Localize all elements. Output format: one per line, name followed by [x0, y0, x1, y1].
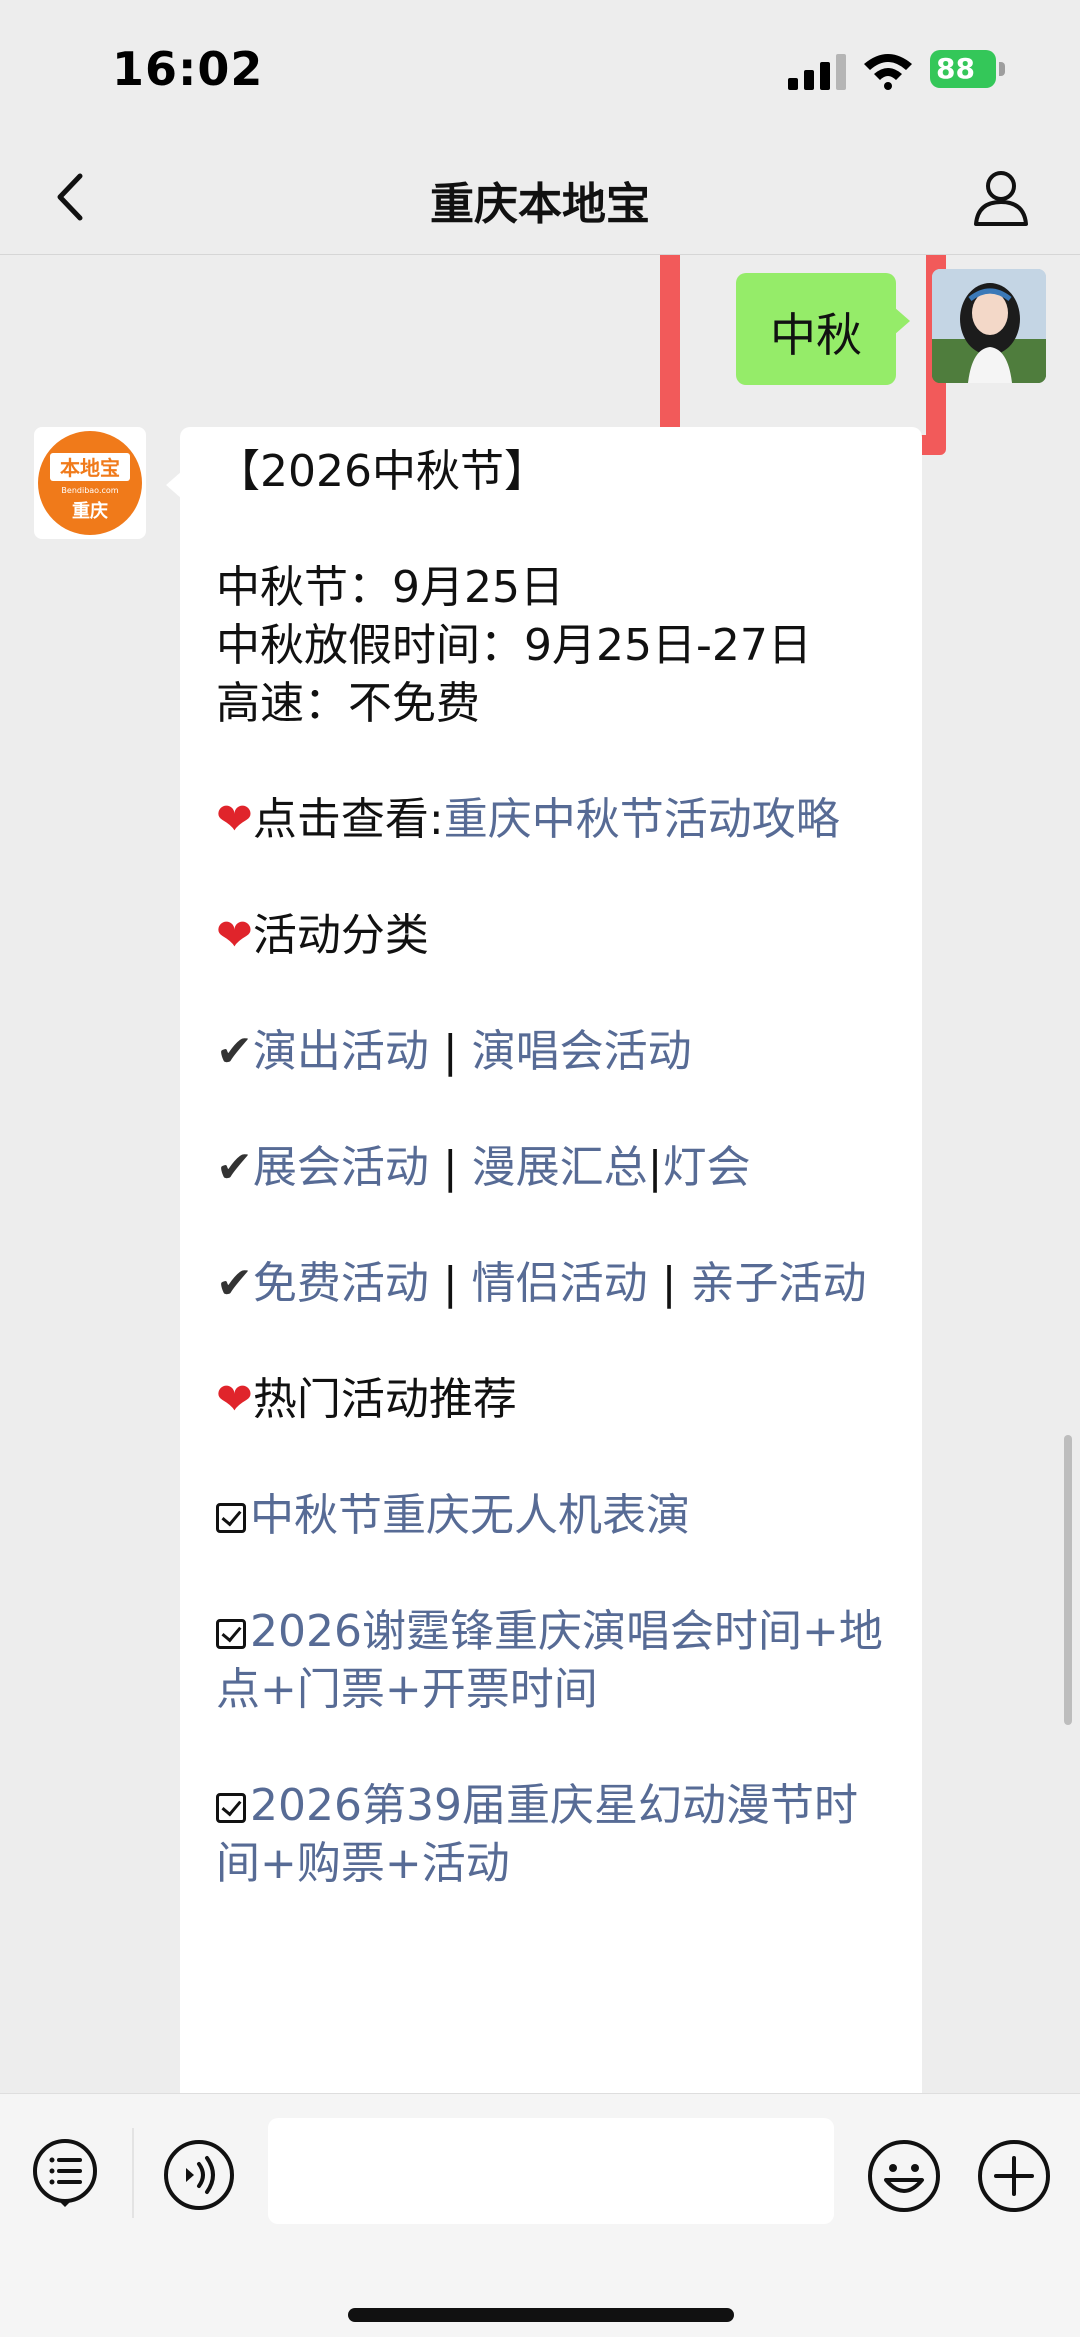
link-family-events[interactable]: 亲子活动 — [690, 1258, 866, 1309]
official-account-avatar[interactable]: 本地宝 Bendibao.com 重庆 — [34, 427, 146, 539]
wifi-icon — [864, 54, 912, 90]
holiday-dates: 中秋放假时间：9月25日-27日 — [216, 620, 812, 671]
separator: | — [428, 1258, 472, 1309]
check-mark-icon: ✔ — [216, 1026, 253, 1077]
heart-icon: ❤ — [216, 1374, 253, 1425]
chat-title: 重庆本地宝 — [430, 179, 650, 230]
link-free-events[interactable]: 免费活动 — [253, 1258, 429, 1309]
link-couple-events[interactable]: 情侣活动 — [472, 1258, 648, 1309]
hot-heading: 热门活动推荐 — [252, 1374, 517, 1425]
incoming-message-bubble[interactable]: 【2026中秋节】 中秋节：9月25日 中秋放假时间：9月25日-27日 高速：… — [180, 427, 922, 2093]
battery-level: 88 — [936, 52, 975, 85]
input-bar — [0, 2093, 1080, 2337]
hot-heading-line: ❤热门活动推荐 — [216, 1371, 888, 1429]
svg-text:重庆: 重庆 — [72, 500, 108, 522]
menu-list-icon[interactable] — [30, 2138, 100, 2208]
user-avatar-photo — [932, 269, 1046, 383]
link-concert-detail[interactable]: 2026谢霆锋重庆演唱会时间+地点+门票+开票时间 — [216, 1606, 883, 1715]
guide-line: ❤点击查看:重庆中秋节活动攻略 — [216, 791, 888, 849]
hot-item-2: 2026谢霆锋重庆演唱会时间+地点+门票+开票时间 — [216, 1603, 888, 1719]
checkbox-icon — [216, 1619, 246, 1649]
link-anime-festival[interactable]: 2026第39届重庆星幻动漫节时间+购票+活动 — [216, 1780, 858, 1889]
battery-icon: 88 — [930, 50, 1008, 90]
home-indicator[interactable] — [348, 2308, 734, 2322]
status-time: 16:02 — [112, 42, 264, 96]
wechat-chat-screen: 16:02 88 重庆本地宝 中秋 本地宝 Bendibao.com 重庆 【2… — [0, 0, 1080, 2337]
hot-item-1: 中秋节重庆无人机表演 — [216, 1487, 888, 1545]
battery-tip — [999, 62, 1005, 76]
guide-link[interactable]: 重庆中秋节活动攻略 — [444, 794, 840, 845]
chat-scrollbar[interactable] — [1064, 1435, 1072, 1725]
input-bar-divider — [132, 2128, 134, 2218]
category-heading-line: ❤活动分类 — [216, 907, 888, 965]
cellular-signal-icon — [788, 54, 846, 90]
separator: | — [647, 1258, 691, 1309]
plus-icon[interactable] — [976, 2138, 1052, 2214]
category-heading: 活动分类 — [252, 910, 429, 961]
hot-item-3: 2026第39届重庆星幻动漫节时间+购票+活动 — [216, 1777, 888, 1893]
red-highlight-annotation — [660, 255, 946, 455]
guide-prefix: 点击查看: — [252, 794, 444, 845]
link-drone-show[interactable]: 中秋节重庆无人机表演 — [250, 1490, 690, 1541]
incoming-message-text: 【2026中秋节】 中秋节：9月25日 中秋放假时间：9月25日-27日 高速：… — [216, 443, 888, 1893]
category-row-3: ✔免费活动 | 情侣活动 | 亲子活动 — [216, 1255, 888, 1313]
heart-icon: ❤ — [216, 910, 253, 961]
separator: | — [428, 1142, 472, 1193]
voice-input-icon[interactable] — [162, 2138, 236, 2212]
user-avatar[interactable] — [932, 269, 1046, 383]
link-lantern-fair[interactable]: 灯会 — [663, 1142, 751, 1193]
link-performance[interactable]: 演出活动 — [253, 1026, 429, 1077]
svg-text:Bendibao.com: Bendibao.com — [61, 486, 118, 495]
category-row-1: ✔演出活动 | 演唱会活动 — [216, 1023, 888, 1081]
check-mark-icon: ✔ — [216, 1258, 253, 1309]
separator: | — [647, 1142, 663, 1193]
category-row-2: ✔展会活动 | 漫展汇总|灯会 — [216, 1139, 888, 1197]
profile-icon[interactable] — [966, 162, 1036, 232]
message-input[interactable] — [268, 2118, 834, 2224]
battery-body: 88 — [930, 50, 996, 88]
bendibao-logo-icon: 本地宝 Bendibao.com 重庆 — [38, 431, 142, 535]
separator: | — [428, 1026, 472, 1077]
link-comic-expo[interactable]: 漫展汇总 — [472, 1142, 648, 1193]
checkbox-icon — [216, 1503, 246, 1533]
highway-info: 高速：不免费 — [216, 678, 480, 729]
link-exhibition[interactable]: 展会活动 — [253, 1142, 429, 1193]
chat-area[interactable]: 中秋 本地宝 Bendibao.com 重庆 【2026中秋节】 中秋节：9月2… — [0, 255, 1080, 2093]
nav-bar: 重庆本地宝 — [0, 140, 1080, 255]
emoji-icon[interactable] — [866, 2138, 942, 2214]
festival-date: 中秋节：9月25日 — [216, 562, 564, 613]
message-title: 【2026中秋节】 — [216, 446, 548, 497]
svg-text:本地宝: 本地宝 — [60, 456, 120, 480]
status-bar: 16:02 88 — [0, 0, 1080, 140]
heart-icon: ❤ — [216, 794, 253, 845]
link-concert[interactable]: 演唱会活动 — [472, 1026, 692, 1077]
check-mark-icon: ✔ — [216, 1142, 253, 1193]
checkbox-icon — [216, 1793, 246, 1823]
